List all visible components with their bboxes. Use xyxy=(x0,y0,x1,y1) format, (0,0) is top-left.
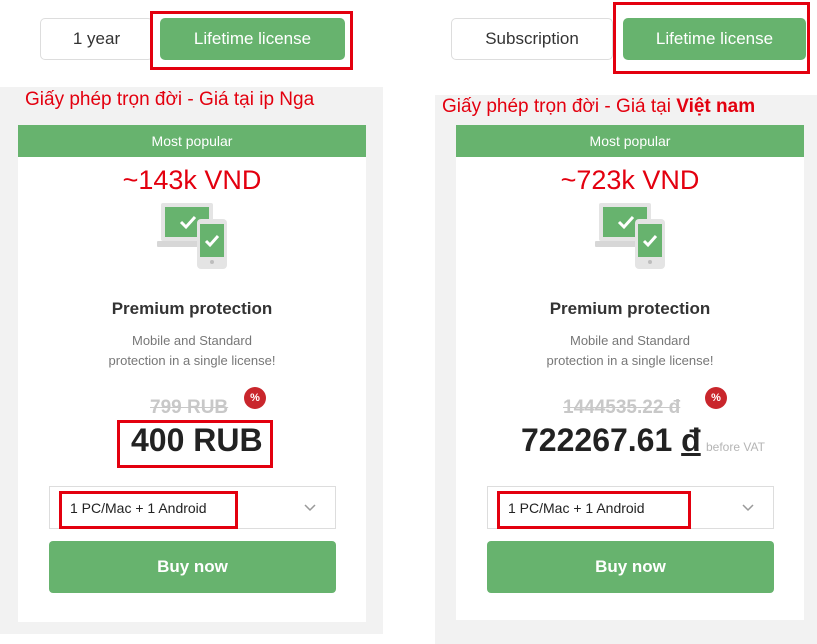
chevron-down-icon xyxy=(304,504,316,512)
plan-name: Premium protection xyxy=(111,299,273,318)
pricing-card: Most popular ~143k VND Premium protectio… xyxy=(18,125,366,622)
most-popular-badge: Most popular xyxy=(18,125,366,157)
buy-now-button[interactable]: Buy now xyxy=(487,541,774,593)
device-option-value: 1 PC/Mac + 1 Android xyxy=(70,499,207,516)
description-line-1: Mobile and Standard xyxy=(132,333,252,348)
description-line-1: Mobile and Standard xyxy=(570,333,690,348)
tab-lifetime-license[interactable]: Lifetime license xyxy=(623,18,806,60)
buy-now-button[interactable]: Buy now xyxy=(49,541,336,593)
caption-country: Việt nam xyxy=(676,96,756,117)
percent-badge-icon: % xyxy=(705,387,727,409)
caption-prefix: Giấy phép trọn đời - Giá tại xyxy=(442,96,677,117)
price-value: 722267.61 xyxy=(521,422,673,458)
device-option-value: 1 PC/Mac + 1 Android xyxy=(508,499,645,516)
price-currency: đ xyxy=(681,422,701,458)
description-line-2: protection in a single license! xyxy=(546,353,714,368)
caption-vietnam-price: Giấy phép trọn đời - Giá tại Việt nam xyxy=(442,96,755,118)
plan-name: Premium protection xyxy=(549,299,711,318)
device-select[interactable]: 1 PC/Mac + 1 Android xyxy=(49,486,336,529)
current-price: 722267.61 đ xyxy=(521,422,701,459)
plan-description: Mobile and Standard protection in a sing… xyxy=(18,331,366,371)
pricing-card: Most popular ~723k VND Premium protectio… xyxy=(456,125,804,620)
laptop-phone-check-icon xyxy=(595,203,665,269)
old-price: 799 RUB xyxy=(150,397,229,418)
vat-note: before VAT xyxy=(706,440,765,454)
left-panel: 1 year Lifetime license Giấy phép trọn đ… xyxy=(0,0,383,644)
old-price: 1444535.22 đ xyxy=(563,397,681,418)
percent-badge-icon: % xyxy=(244,387,266,409)
tab-lifetime-license[interactable]: Lifetime license xyxy=(160,18,345,60)
device-select[interactable]: 1 PC/Mac + 1 Android xyxy=(487,486,774,529)
current-price: 400 RUB xyxy=(131,422,263,458)
most-popular-badge: Most popular xyxy=(456,125,804,157)
plan-description: Mobile and Standard protection in a sing… xyxy=(456,331,804,371)
description-line-2: protection in a single license! xyxy=(108,353,276,368)
laptop-phone-check-icon xyxy=(157,203,227,269)
approx-vnd-price: ~723k VND xyxy=(560,165,700,195)
tab-1-year[interactable]: 1 year xyxy=(40,18,153,60)
tab-subscription[interactable]: Subscription xyxy=(451,18,613,60)
approx-vnd-price: ~143k VND xyxy=(122,165,262,195)
caption-russia-price: Giấy phép trọn đời - Giá tại ip Nga xyxy=(25,89,315,110)
chevron-down-icon xyxy=(742,504,754,512)
right-panel: Subscription Lifetime license Giấy phép … xyxy=(435,0,817,644)
